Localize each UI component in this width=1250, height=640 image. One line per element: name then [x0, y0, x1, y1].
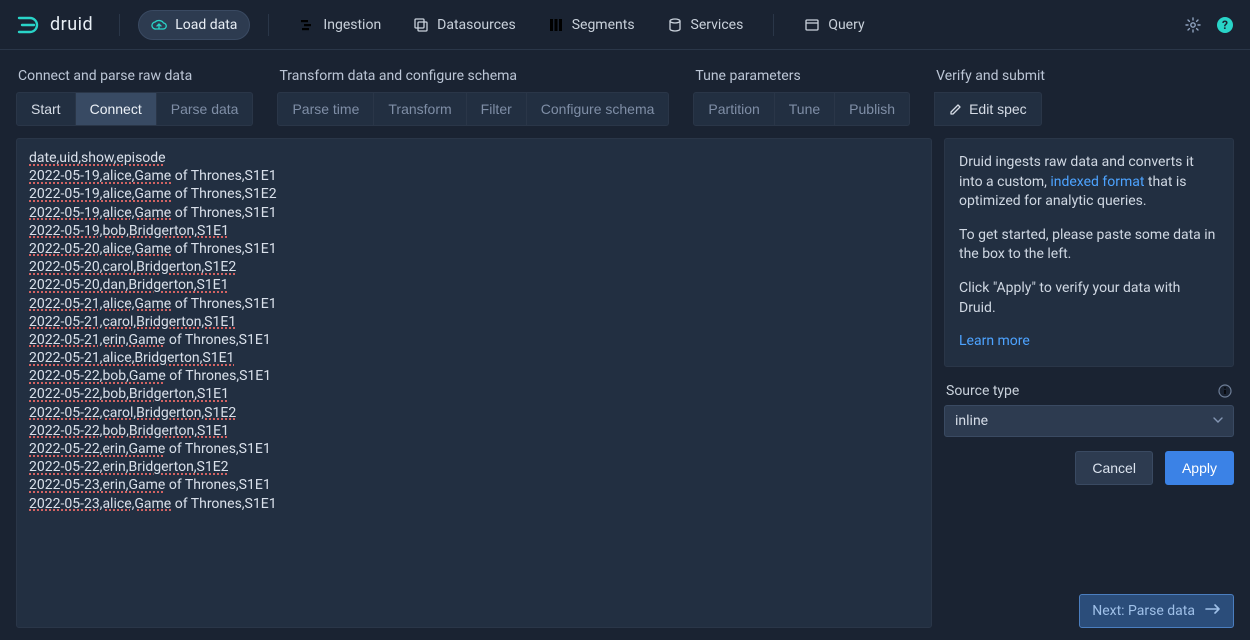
next-button-label: Next: Parse data: [1092, 603, 1195, 619]
top-bar: druid Load data Ingestion Datasources: [0, 0, 1250, 50]
source-type-label: Source type: [946, 383, 1232, 399]
druid-logo-icon: [16, 12, 42, 38]
source-type-select[interactable]: inline: [944, 405, 1234, 437]
cancel-button[interactable]: Cancel: [1075, 451, 1153, 485]
step-label: Edit spec: [969, 101, 1027, 117]
top-right-icons: ?: [1184, 16, 1234, 34]
side-panel: Druid ingests raw data and converts it i…: [944, 138, 1234, 628]
gantt-icon: [299, 17, 315, 33]
step-parse-time[interactable]: Parse time: [277, 92, 374, 126]
help-paragraph: Click "Apply" to verify your data with D…: [959, 279, 1219, 318]
chevron-down-icon: [1213, 413, 1223, 429]
step-transform[interactable]: Transform: [374, 92, 466, 126]
step-tune[interactable]: Tune: [775, 92, 835, 126]
stack-icon: [413, 17, 429, 33]
wizard-group-transform: Transform data and configure schema Pars…: [277, 68, 669, 126]
step-parse-data[interactable]: Parse data: [157, 92, 254, 126]
edit-icon: [949, 102, 963, 116]
apply-button[interactable]: Apply: [1165, 451, 1234, 485]
nav-label: Query: [828, 17, 864, 33]
help-paragraph: Druid ingests raw data and converts it i…: [959, 153, 1219, 212]
wizard-steps: Connect and parse raw data Start Connect…: [0, 50, 1250, 126]
segments-icon: [548, 17, 564, 33]
wizard-group-verify: Verify and submit Edit spec: [934, 68, 1045, 126]
raw-data-input[interactable]: date,uid,show,episode2022-05-19,alice,Ga…: [16, 138, 932, 628]
step-connect[interactable]: Connect: [76, 92, 157, 126]
nav-separator: [773, 14, 774, 36]
link-learn-more[interactable]: Learn more: [959, 333, 1030, 349]
database-icon: [667, 17, 683, 33]
raw-data-text[interactable]: date,uid,show,episode2022-05-19,alice,Ga…: [29, 149, 919, 513]
wizard-group-connect: Connect and parse raw data Start Connect…: [16, 68, 253, 126]
wizard-group-label: Verify and submit: [934, 68, 1045, 84]
nav-label: Datasources: [437, 17, 516, 33]
wizard-group-label: Transform data and configure schema: [277, 68, 669, 84]
nav-label: Ingestion: [323, 17, 381, 33]
step-publish[interactable]: Publish: [835, 92, 910, 126]
step-filter[interactable]: Filter: [467, 92, 527, 126]
wizard-group-label: Tune parameters: [693, 68, 910, 84]
gear-icon[interactable]: [1184, 16, 1202, 34]
help-paragraph: To get started, please paste some data i…: [959, 226, 1219, 265]
nav-load-data[interactable]: Load data: [138, 10, 250, 40]
application-icon: [804, 17, 820, 33]
nav-label: Segments: [572, 17, 635, 33]
next-button[interactable]: Next: Parse data: [1079, 594, 1234, 628]
nav-label: Services: [691, 17, 744, 33]
field-label-text: Source type: [946, 383, 1019, 399]
primary-nav: Load data Ingestion Datasources Segments: [109, 10, 876, 40]
step-configure-schema[interactable]: Configure schema: [527, 92, 670, 126]
brand-name: druid: [50, 14, 93, 35]
nav-separator: [119, 14, 120, 36]
help-panel: Druid ingests raw data and converts it i…: [944, 138, 1234, 367]
nav-ingestion[interactable]: Ingestion: [287, 11, 393, 39]
select-value: inline: [955, 413, 988, 429]
info-icon[interactable]: [1218, 384, 1232, 398]
action-row: Cancel Apply: [944, 451, 1234, 485]
nav-segments[interactable]: Segments: [536, 11, 647, 39]
brand-logo[interactable]: druid: [16, 12, 93, 38]
svg-text:?: ?: [1222, 18, 1228, 32]
upload-icon: [151, 17, 167, 33]
step-edit-spec[interactable]: Edit spec: [934, 92, 1042, 126]
nav-query[interactable]: Query: [792, 11, 876, 39]
arrow-right-icon: [1205, 603, 1221, 619]
nav-label: Load data: [175, 17, 237, 33]
nav-datasources[interactable]: Datasources: [401, 11, 528, 39]
work-area: date,uid,show,episode2022-05-19,alice,Ga…: [0, 126, 1250, 640]
step-start[interactable]: Start: [16, 92, 76, 126]
step-partition[interactable]: Partition: [693, 92, 774, 126]
nav-separator: [268, 14, 269, 36]
wizard-group-label: Connect and parse raw data: [16, 68, 253, 84]
wizard-group-tune: Tune parameters Partition Tune Publish: [693, 68, 910, 126]
nav-services[interactable]: Services: [655, 11, 756, 39]
link-indexed-format[interactable]: indexed format: [1050, 174, 1144, 190]
help-icon[interactable]: ?: [1216, 16, 1234, 34]
